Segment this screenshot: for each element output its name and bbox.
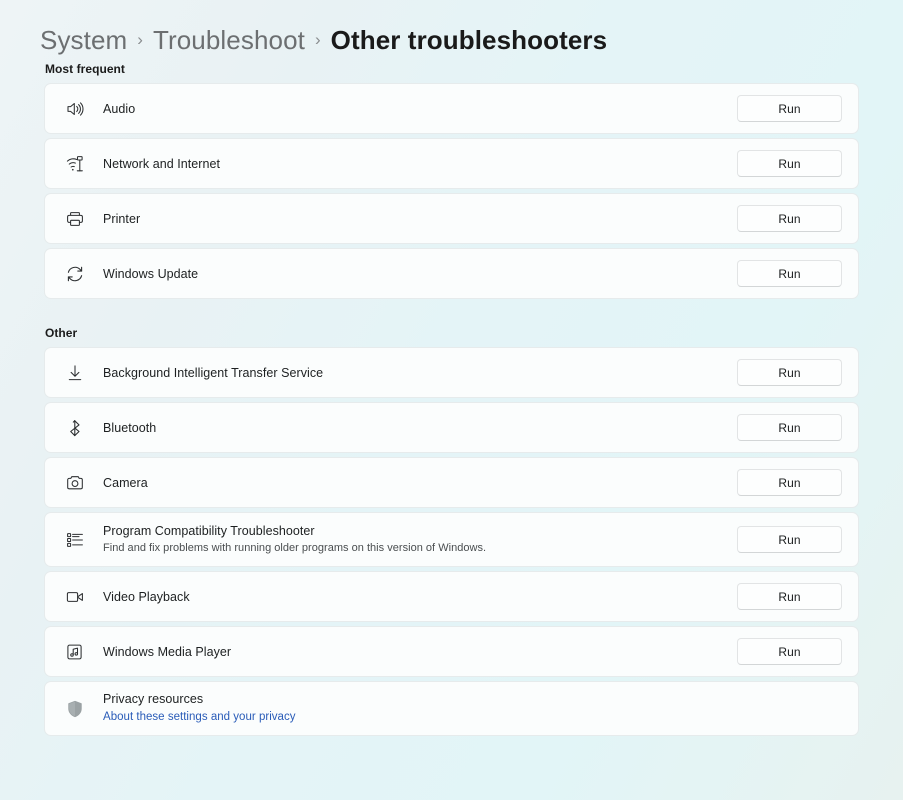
troubleshooter-label: Program Compatibility Troubleshooter <box>103 524 315 539</box>
run-button-bluetooth[interactable]: Run <box>737 414 842 441</box>
camera-icon <box>62 470 88 496</box>
troubleshooter-row-windows-update[interactable]: Windows Update Run <box>44 248 859 299</box>
troubleshooter-label: Windows Update <box>103 266 199 281</box>
speaker-icon <box>62 96 88 122</box>
troubleshooter-label: Background Intelligent Transfer Service <box>103 365 324 380</box>
chevron-right-icon: › <box>137 29 143 49</box>
sync-refresh-icon <box>62 261 88 287</box>
run-button-background-intelligent-transfer-service[interactable]: Run <box>737 359 842 386</box>
run-button-video-playback[interactable]: Run <box>737 583 842 610</box>
printer-icon <box>62 206 88 232</box>
troubleshooter-row-video-playback[interactable]: Video Playback Run <box>44 571 859 622</box>
wifi-network-icon <box>62 151 88 177</box>
video-camera-icon <box>62 584 88 610</box>
shield-icon <box>62 696 88 722</box>
most-frequent-list: Audio Run Network and Internet Run Print… <box>44 83 859 299</box>
troubleshooter-row-printer[interactable]: Printer Run <box>44 193 859 244</box>
breadcrumb-item-troubleshoot[interactable]: Troubleshoot <box>153 27 305 53</box>
settings-page: System › Troubleshoot › Other troublesho… <box>0 0 903 800</box>
troubleshooter-row-bluetooth[interactable]: Bluetooth Run <box>44 402 859 453</box>
run-button-camera[interactable]: Run <box>737 469 842 496</box>
troubleshooter-label: Printer <box>103 211 141 226</box>
troubleshooter-row-camera[interactable]: Camera Run <box>44 457 859 508</box>
troubleshooter-label: Bluetooth <box>103 420 157 435</box>
run-button-network-and-internet[interactable]: Run <box>737 150 842 177</box>
troubleshooter-label: Video Playback <box>103 589 190 604</box>
troubleshooter-label: Network and Internet <box>103 156 221 171</box>
section-title-most-frequent: Most frequent <box>45 62 125 76</box>
run-button-windows-media-player[interactable]: Run <box>737 638 842 665</box>
other-troubleshooters-list: Background Intelligent Transfer Service … <box>44 347 859 736</box>
privacy-resources-row: Privacy resources About these settings a… <box>44 681 859 736</box>
breadcrumb: System › Troubleshoot › Other troublesho… <box>40 0 859 62</box>
troubleshooter-row-background-intelligent-transfer-service[interactable]: Background Intelligent Transfer Service … <box>44 347 859 398</box>
troubleshooter-label: Camera <box>103 475 148 490</box>
breadcrumb-item-other-troubleshooters: Other troubleshooters <box>330 25 608 55</box>
chevron-right-icon: › <box>314 29 321 49</box>
run-button-audio[interactable]: Run <box>737 95 842 122</box>
run-button-printer[interactable]: Run <box>737 205 842 232</box>
troubleshooter-label: Windows Media Player <box>103 644 232 659</box>
privacy-resources-label: Privacy resources <box>103 692 204 707</box>
run-button-program-compatibility-troubleshooter[interactable]: Run <box>737 526 842 553</box>
media-player-icon <box>62 639 88 665</box>
troubleshooter-description: Find and fix problems with running older… <box>103 541 487 554</box>
list-detail-icon <box>62 527 88 553</box>
breadcrumb-item-system[interactable]: System <box>40 27 127 53</box>
run-button-windows-update[interactable]: Run <box>737 260 842 287</box>
bluetooth-icon <box>62 415 88 441</box>
troubleshooter-row-network-and-internet[interactable]: Network and Internet Run <box>44 138 859 189</box>
troubleshooter-row-program-compatibility-troubleshooter[interactable]: Program Compatibility Troubleshooter Fin… <box>44 512 859 567</box>
troubleshooter-row-audio[interactable]: Audio Run <box>44 83 859 134</box>
download-arrow-icon <box>62 360 88 386</box>
section-title-other: Other <box>45 326 78 340</box>
troubleshooter-row-windows-media-player[interactable]: Windows Media Player Run <box>44 626 859 677</box>
privacy-settings-link[interactable]: About these settings and your privacy <box>103 710 296 726</box>
troubleshooter-label: Audio <box>103 101 136 116</box>
